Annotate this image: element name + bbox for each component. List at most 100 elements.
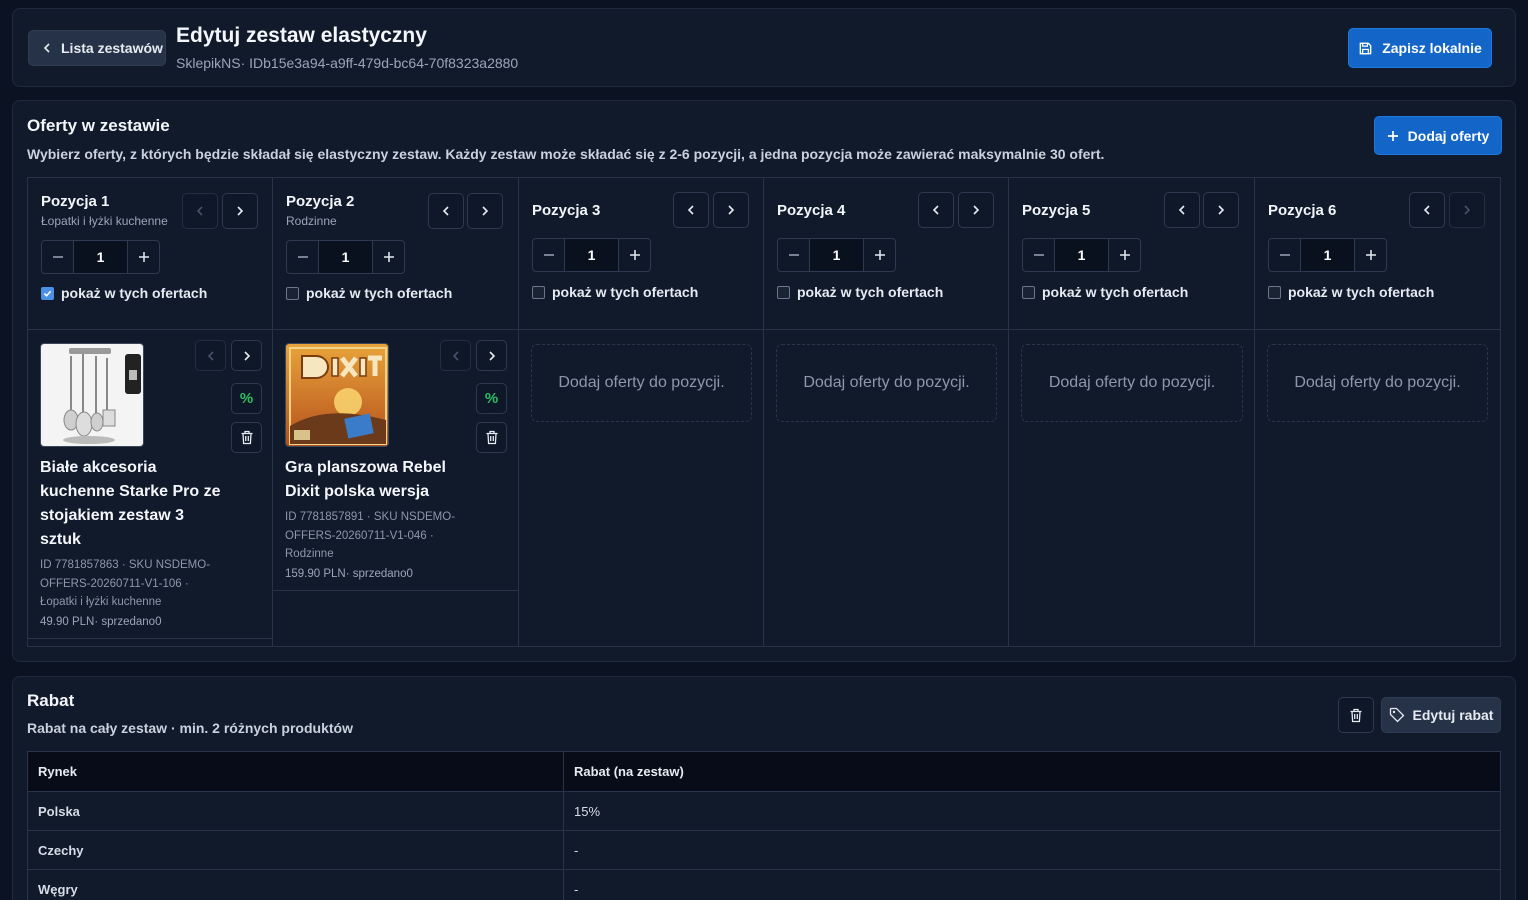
minus-icon [52, 256, 63, 258]
position-column-3: Pozycja 3 1 pokaż w tych ofertach Dodaj … [519, 178, 764, 646]
chevron-right-icon [1461, 204, 1473, 216]
move-offer-right-button[interactable] [476, 340, 507, 371]
position-header: Pozycja 3 1 pokaż w tych ofertach [519, 178, 763, 330]
column-header-market: Rynek [27, 751, 564, 792]
move-offer-left-button[interactable] [440, 340, 471, 371]
position-header: Pozycja 1 Łopatki i łyżki kuchenne 1 pok… [28, 178, 272, 330]
move-position-right-button[interactable] [1203, 192, 1239, 228]
quantity-value[interactable]: 1 [318, 241, 373, 273]
plus-icon [874, 250, 885, 260]
discount-table-header: Rynek Rabat (na zestaw) [27, 751, 1501, 792]
offer-name[interactable]: Białe akcesoria kuchenne Starke Pro ze sto… [40, 456, 221, 552]
checkbox-box[interactable] [1268, 285, 1281, 299]
offer-price: 159.90 PLN· sprzedano0 [285, 567, 413, 580]
add-offers-dropzone[interactable]: Dodaj oferty do pozycji. [531, 344, 752, 422]
increase-quantity-button[interactable] [128, 241, 159, 273]
minus-icon [788, 254, 799, 256]
plus-icon [383, 252, 394, 262]
move-position-right-button[interactable] [1449, 192, 1485, 228]
save-locally-button[interactable]: Zapisz lokalnie [1348, 28, 1492, 68]
offer-name-line: kuchenne Starke Pro ze [40, 483, 221, 500]
offer-thumbnail[interactable] [40, 343, 144, 447]
remove-offer-button[interactable] [231, 422, 262, 453]
show-in-offers-checkbox[interactable]: pokaż w tych ofertach [777, 284, 943, 300]
delete-discount-button[interactable] [1338, 697, 1374, 733]
offer-discount-button[interactable]: % [231, 383, 262, 414]
move-position-left-button[interactable] [428, 193, 464, 229]
offer-thumbnail[interactable] [285, 343, 389, 447]
increase-quantity-button[interactable] [864, 239, 895, 271]
decrease-quantity-button[interactable] [533, 239, 564, 271]
market-cell: Węgry [27, 869, 564, 900]
back-to-list-button[interactable]: Lista zestawów [28, 30, 166, 66]
position-column-6: Pozycja 6 1 pokaż w tych ofertach Dodaj … [1255, 178, 1500, 646]
quantity-value[interactable]: 1 [1300, 239, 1355, 271]
move-position-left-button[interactable] [918, 192, 954, 228]
remove-offer-button[interactable] [476, 422, 507, 453]
move-position-left-button[interactable] [182, 193, 218, 229]
edit-discount-button[interactable]: Edytuj rabat [1381, 697, 1501, 733]
show-in-offers-checkbox[interactable]: pokaż w tych ofertach [286, 285, 452, 301]
add-offers-dropzone[interactable]: Dodaj oferty do pozycji. [1267, 344, 1488, 422]
move-position-right-button[interactable] [958, 192, 994, 228]
show-in-offers-label: pokaż w tych ofertach [306, 285, 453, 301]
checkbox-box[interactable] [286, 286, 299, 300]
quantity-value[interactable]: 1 [73, 241, 128, 273]
chevron-left-icon [194, 205, 206, 217]
increase-quantity-button[interactable] [1355, 239, 1386, 271]
offer-discount-button[interactable]: % [476, 383, 507, 414]
quantity-value[interactable]: 1 [1054, 239, 1109, 271]
increase-quantity-button[interactable] [1109, 239, 1140, 271]
offer-name-line: Dixit polska wersja [285, 483, 430, 500]
decrease-quantity-button[interactable] [778, 239, 809, 271]
offer-name-line: sztuk [40, 531, 81, 548]
checkbox-box[interactable] [777, 285, 790, 299]
offer-meta: ID 7781857891 · SKU NSDEMO- OFFERS-202607… [285, 508, 455, 564]
add-offers-dropzone[interactable]: Dodaj oferty do pozycji. [1021, 344, 1243, 422]
show-in-offers-checkbox[interactable]: pokaż w tych ofertach [532, 284, 698, 300]
move-position-left-button[interactable] [1409, 192, 1445, 228]
plus-icon [1365, 250, 1376, 260]
checkbox-box[interactable] [532, 285, 545, 299]
chevron-left-icon [450, 350, 462, 362]
move-position-left-button[interactable] [1164, 192, 1200, 228]
increase-quantity-button[interactable] [619, 239, 650, 271]
decrease-quantity-button[interactable] [1269, 239, 1300, 271]
trash-icon [240, 430, 254, 445]
edit-discount-label: Edytuj rabat [1412, 707, 1494, 723]
offer-meta-line: ID 7781857863 · SKU NSDEMO- [40, 559, 211, 571]
market-cell: Czechy [27, 830, 564, 870]
move-position-left-button[interactable] [673, 192, 709, 228]
add-offers-dropzone[interactable]: Dodaj oferty do pozycji. [776, 344, 997, 422]
decrease-quantity-button[interactable] [1023, 239, 1054, 271]
checkbox-box[interactable] [41, 286, 54, 300]
decrease-quantity-button[interactable] [42, 241, 73, 273]
quantity-value[interactable]: 1 [564, 239, 619, 271]
page-subtitle: SklepikNS· IDb15e3a94-a9ff-479d-bc64-70f… [176, 55, 519, 71]
quantity-value[interactable]: 1 [809, 239, 864, 271]
offer-name[interactable]: Gra planszowa Rebel Dixit polska wersja [285, 456, 446, 504]
move-position-right-button[interactable] [713, 192, 749, 228]
move-offer-right-button[interactable] [231, 340, 262, 371]
position-header: Pozycja 4 1 pokaż w tych ofertach [764, 178, 1008, 330]
page-title: Edytuj zestaw elastyczny [176, 24, 427, 47]
discount-section-title: Rabat [27, 691, 75, 710]
show-in-offers-label: pokaż w tych ofertach [1288, 284, 1435, 300]
position-title: Pozycja 4 [777, 202, 846, 219]
move-position-right-button[interactable] [467, 193, 503, 229]
move-position-right-button[interactable] [222, 193, 258, 229]
show-in-offers-checkbox[interactable]: pokaż w tych ofertach [1268, 284, 1434, 300]
show-in-offers-checkbox[interactable]: pokaż w tych ofertach [41, 285, 207, 301]
position-header: Pozycja 6 1 pokaż w tych ofertach [1255, 178, 1500, 330]
move-offer-left-button[interactable] [195, 340, 226, 371]
offer-meta: ID 7781857863 · SKU NSDEMO- OFFERS-202607… [40, 556, 210, 612]
add-offers-button[interactable]: Dodaj oferty [1374, 116, 1502, 155]
minus-icon [1033, 254, 1044, 256]
minus-icon [297, 256, 308, 258]
show-in-offers-checkbox[interactable]: pokaż w tych ofertach [1022, 284, 1188, 300]
chevron-right-icon [725, 204, 737, 216]
decrease-quantity-button[interactable] [287, 241, 318, 273]
checkbox-box[interactable] [1022, 285, 1035, 299]
trash-icon [1350, 708, 1362, 722]
increase-quantity-button[interactable] [373, 241, 404, 273]
